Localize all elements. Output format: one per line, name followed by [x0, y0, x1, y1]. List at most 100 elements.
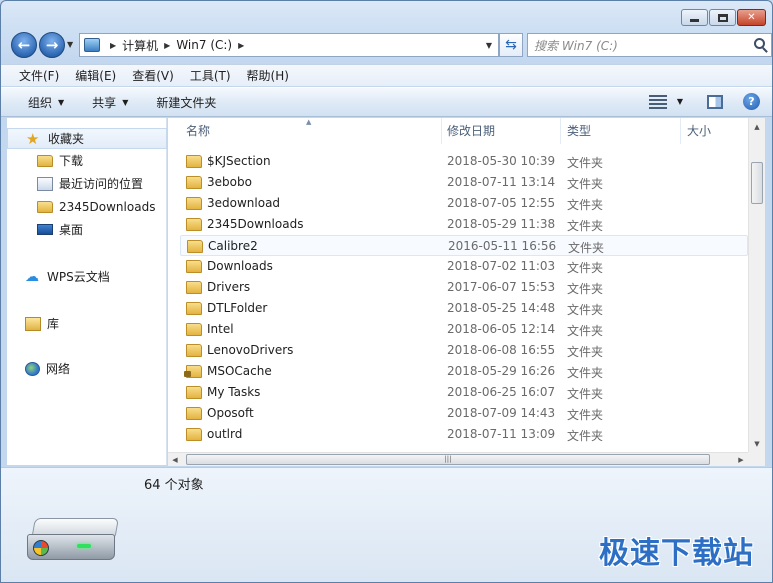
- table-row[interactable]: outlrd 2018-07-11 13:09 文件夹: [180, 424, 748, 445]
- organize-button[interactable]: 组织 ▼: [19, 94, 73, 111]
- file-name: Intel: [207, 322, 234, 336]
- preview-pane-icon[interactable]: [707, 94, 723, 109]
- sidebar-item-wps-cloud[interactable]: ☁ WPS云文档: [7, 266, 167, 287]
- address-bar[interactable]: ▶ 计算机 ▶ Win7 (C:) ▶ ▼: [79, 33, 499, 57]
- column-header-size[interactable]: 大小: [681, 118, 748, 144]
- maximize-icon: [717, 13, 728, 22]
- menu-view[interactable]: 查看(V): [124, 67, 182, 84]
- scroll-thumb[interactable]: [751, 162, 763, 204]
- share-button[interactable]: 共享 ▼: [83, 94, 137, 111]
- scroll-down-icon[interactable]: ▼: [749, 435, 765, 452]
- file-type: 文件夹: [567, 387, 604, 401]
- menu-file[interactable]: 文件(F): [11, 67, 67, 84]
- sidebar-item-label: 2345Downloads: [59, 199, 156, 214]
- sidebar-item-label: 桌面: [59, 223, 84, 237]
- file-type: 文件夹: [567, 408, 604, 422]
- file-date: 2018-05-29 16:26: [447, 364, 556, 378]
- table-row[interactable]: DTLFolder 2018-05-25 14:48 文件夹: [180, 298, 748, 319]
- explorer-window: ✕ ← → ▼ ▶ 计算机 ▶ Win7 (C:) ▶ ▼ ⇆ 搜索 Win7 …: [0, 0, 773, 583]
- table-row[interactable]: Intel 2018-06-05 12:14 文件夹: [180, 319, 748, 340]
- scroll-left-icon[interactable]: ◀: [168, 453, 182, 467]
- sidebar-item-network[interactable]: 网络: [7, 358, 167, 379]
- file-name: 3ebobo: [207, 175, 252, 189]
- folder-icon: [186, 323, 202, 336]
- file-name: My Tasks: [207, 385, 261, 399]
- horizontal-scrollbar[interactable]: ◀ ||| ▶: [168, 452, 748, 466]
- watermark-logo: 极速下载站: [599, 536, 754, 571]
- breadcrumb-drive-c[interactable]: Win7 (C:): [176, 38, 232, 52]
- table-row[interactable]: 3ebobo 2018-07-11 13:14 文件夹: [180, 172, 748, 193]
- close-button[interactable]: ✕: [737, 9, 766, 26]
- item-count: 64 个对象: [144, 478, 204, 493]
- column-header-type[interactable]: 类型: [561, 118, 681, 144]
- help-icon[interactable]: ?: [743, 93, 760, 110]
- search-input[interactable]: 搜索 Win7 (C:): [527, 33, 772, 57]
- file-name: LenovoDrivers: [207, 343, 294, 357]
- navigation-pane: ★ 收藏夹 下载 最近访问的位置 2345Downloads 桌面 ☁ WPS云…: [7, 118, 167, 465]
- file-type: 文件夹: [567, 177, 604, 191]
- search-placeholder: 搜索 Win7 (C:): [534, 38, 618, 53]
- forward-button[interactable]: →: [39, 32, 65, 58]
- file-date: 2018-07-02 11:03: [447, 259, 556, 273]
- table-row-hovered[interactable]: Calibre2 2016-05-11 16:56 文件夹: [180, 235, 748, 256]
- column-header-date[interactable]: 修改日期: [441, 118, 561, 144]
- file-name: Calibre2: [208, 239, 258, 253]
- table-row[interactable]: $KJSection 2018-05-30 10:39 文件夹: [180, 151, 748, 172]
- refresh-icon: ⇆: [505, 37, 517, 53]
- scroll-thumb-horizontal[interactable]: |||: [186, 454, 710, 465]
- file-type: 文件夹: [567, 156, 604, 170]
- file-name: 2345Downloads: [207, 217, 304, 231]
- toolbar-right: ▼ ?: [648, 93, 760, 110]
- file-date: 2018-06-05 12:14: [447, 322, 556, 336]
- folder-icon: [186, 260, 202, 273]
- network-group: 网络: [7, 358, 167, 379]
- change-view-icon[interactable]: [648, 94, 667, 109]
- folder-icon: [37, 200, 53, 213]
- new-folder-button[interactable]: 新建文件夹: [147, 94, 225, 111]
- menu-help[interactable]: 帮助(H): [239, 67, 297, 84]
- menu-edit[interactable]: 编辑(E): [67, 67, 124, 84]
- folder-icon: [186, 155, 202, 168]
- search-icon[interactable]: [754, 38, 765, 49]
- minimize-button[interactable]: [681, 9, 708, 26]
- table-row[interactable]: Drivers 2017-06-07 15:53 文件夹: [180, 277, 748, 298]
- view-options-dropdown[interactable]: ▼: [677, 97, 683, 106]
- table-row[interactable]: Oposoft 2018-07-09 14:43 文件夹: [180, 403, 748, 424]
- breadcrumb-computer[interactable]: 计算机: [122, 37, 158, 54]
- chevron-right-icon[interactable]: ▶: [110, 41, 116, 50]
- sidebar-item-favorites[interactable]: ★ 收藏夹: [7, 128, 167, 149]
- folder-icon: [37, 154, 53, 167]
- file-type: 文件夹: [568, 241, 605, 255]
- table-row[interactable]: My Tasks 2018-06-25 16:07 文件夹: [180, 382, 748, 403]
- hard-drive-icon: [27, 518, 121, 564]
- table-row[interactable]: 2345Downloads 2018-05-29 11:38 文件夹: [180, 214, 748, 235]
- chevron-right-icon[interactable]: ▶: [164, 41, 170, 50]
- sidebar-item-desktop[interactable]: 桌面: [7, 218, 167, 241]
- address-history-dropdown[interactable]: ▼: [486, 41, 492, 50]
- file-date: 2018-05-29 11:38: [447, 217, 556, 231]
- back-button[interactable]: ←: [11, 32, 37, 58]
- star-icon: ★: [26, 129, 40, 148]
- sidebar-item-recent-places[interactable]: 最近访问的位置: [7, 172, 167, 195]
- file-date: 2018-07-11 13:14: [447, 175, 556, 189]
- sidebar-item-downloads[interactable]: 下载: [7, 149, 167, 172]
- scroll-up-icon[interactable]: ▲: [749, 118, 765, 135]
- file-type: 文件夹: [567, 198, 604, 212]
- menu-tools[interactable]: 工具(T): [182, 67, 239, 84]
- table-row[interactable]: Downloads 2018-07-02 11:03 文件夹: [180, 256, 748, 277]
- maximize-button[interactable]: [709, 9, 736, 26]
- folder-icon: [186, 344, 202, 357]
- table-row[interactable]: LenovoDrivers 2018-06-08 16:55 文件夹: [180, 340, 748, 361]
- vertical-scrollbar[interactable]: ▲ ▼: [748, 118, 765, 452]
- refresh-button[interactable]: ⇆: [499, 33, 523, 57]
- navigation-row: ← → ▼ ▶ 计算机 ▶ Win7 (C:) ▶ ▼ ⇆ 搜索 Win7 (C…: [9, 31, 772, 59]
- sidebar-item-libraries[interactable]: 库: [7, 313, 167, 334]
- scroll-right-icon[interactable]: ▶: [734, 453, 748, 467]
- table-row[interactable]: 3edownload 2018-07-05 12:55 文件夹: [180, 193, 748, 214]
- library-icon: [25, 316, 41, 331]
- file-date: 2018-06-25 16:07: [447, 385, 556, 399]
- table-row[interactable]: MSOCache 2018-05-29 16:26 文件夹: [180, 361, 748, 382]
- chevron-right-icon[interactable]: ▶: [238, 41, 244, 50]
- recent-pages-dropdown[interactable]: ▼: [67, 40, 73, 49]
- sidebar-item-2345downloads[interactable]: 2345Downloads: [7, 195, 167, 218]
